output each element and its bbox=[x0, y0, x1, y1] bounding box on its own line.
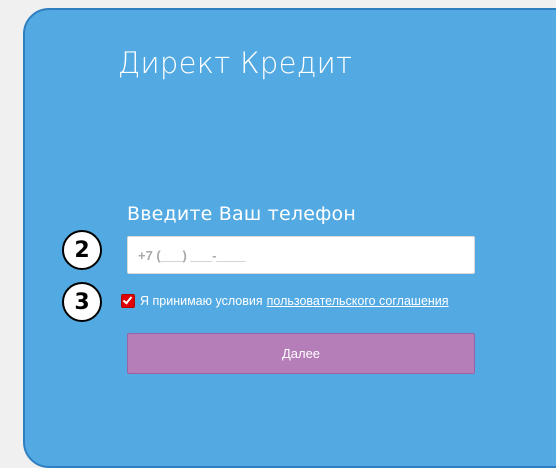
phone-prompt: Введите Ваш телефон bbox=[127, 203, 356, 225]
agreement-text: Я принимаю условия bbox=[140, 294, 263, 308]
agreement-row: Я принимаю условия пользовательского сог… bbox=[121, 294, 449, 308]
annotation-badge-3: 3 bbox=[62, 282, 102, 322]
agreement-checkbox[interactable] bbox=[121, 294, 135, 308]
annotation-badge-2: 2 bbox=[62, 230, 102, 270]
phone-input[interactable] bbox=[127, 236, 475, 274]
next-button[interactable]: Далее bbox=[127, 333, 475, 374]
page-title: Директ Кредит bbox=[117, 46, 353, 80]
user-agreement-link[interactable]: пользовательского соглашения bbox=[267, 294, 449, 308]
form-panel: Директ Кредит Введите Ваш телефон Я прин… bbox=[23, 8, 556, 468]
